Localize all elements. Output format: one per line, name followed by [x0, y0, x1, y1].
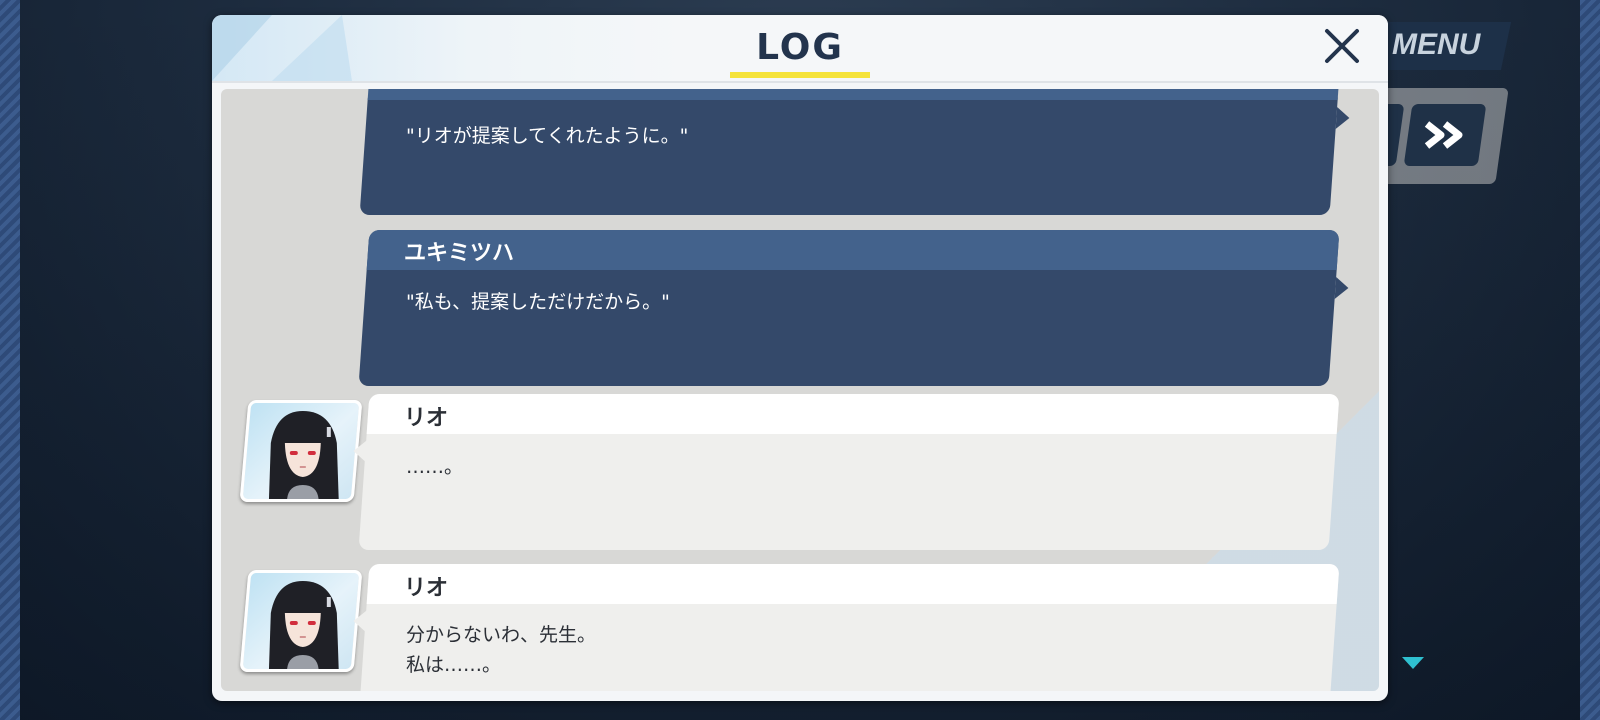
dialogue-text: ……。: [406, 456, 464, 478]
dialogue-text: "リオが提案してくれたように。": [406, 125, 689, 147]
speaker-portrait: [239, 400, 363, 502]
right-edge-stripe: [1580, 0, 1600, 720]
speaker-name-band: [366, 394, 1340, 434]
log-header: LOG: [212, 15, 1388, 83]
speaker-name: リオ: [404, 576, 449, 601]
close-icon: [1325, 29, 1359, 63]
dialogue-text: "私も、提案しただけだから。": [406, 291, 670, 313]
speaker-name-band: [366, 564, 1340, 604]
log-scroll-area[interactable]: "リオが提案してくれたように。" ユキミツハ "私も、提案しただけだから。" リ…: [221, 89, 1379, 691]
menu-button-label: MENU: [1392, 28, 1481, 61]
left-edge-stripe: [0, 0, 20, 720]
speaker-name-band: [367, 89, 1339, 100]
dialogue-bubble: [359, 89, 1351, 215]
bubble-tail: [352, 440, 368, 462]
dialogue-text: 分からないわ、先生。 私は……。: [406, 624, 597, 676]
log-title: LOG: [756, 27, 844, 68]
log-entry: リオ ……。: [221, 394, 1379, 570]
log-window: LOG "リオが提案してくれたように。" ユキミツハ "私も、提案しただけだから…: [212, 15, 1388, 701]
skip-button[interactable]: [1403, 104, 1487, 166]
character-portrait-icon: [268, 411, 339, 502]
log-entry: リオ 分からないわ、先生。 私は……。: [221, 564, 1379, 691]
dialogue-bubble: [352, 394, 1340, 550]
bubble-tail: [1335, 107, 1351, 129]
character-portrait-icon: [268, 581, 339, 672]
speaker-name: ユキミツハ: [404, 241, 515, 266]
log-entry: "リオが提案してくれたように。": [221, 89, 1379, 229]
bubble-tail: [1334, 277, 1350, 299]
next-arrow-icon: [1402, 657, 1424, 669]
fast-forward-icon: [1424, 121, 1463, 149]
speaker-name: リオ: [404, 406, 449, 431]
close-button[interactable]: [1322, 26, 1362, 66]
speaker-portrait: [239, 570, 363, 672]
title-underline: [730, 72, 870, 78]
log-entry: ユキミツハ "私も、提案しただけだから。": [221, 230, 1379, 400]
bubble-tail: [352, 610, 368, 632]
